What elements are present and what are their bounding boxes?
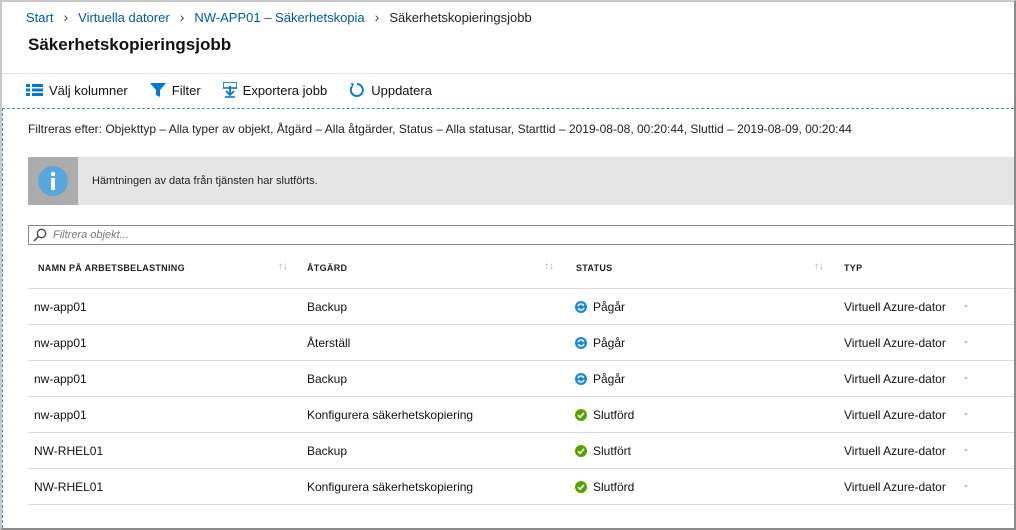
choose-columns-label: Välj kolumner (49, 82, 128, 98)
breadcrumb-separator: › (179, 9, 185, 25)
more-indicator (965, 485, 967, 487)
more-indicator (965, 377, 967, 379)
status-cell: Slutförd (575, 480, 634, 494)
columns-icon (26, 84, 43, 96)
completed-icon (575, 445, 587, 457)
column-header-action[interactable]: ÅTGÄRD (307, 263, 347, 273)
status-cell: Slutförd (575, 408, 634, 422)
status-cell: Slutfört (575, 444, 631, 458)
action-cell: Backup (307, 372, 348, 386)
export-jobs-button[interactable]: Exportera jobb (222, 82, 328, 98)
table-row[interactable]: NW-RHEL01 Konfigurera säkerhetskopiering S… (28, 469, 1014, 505)
status-text: Slutförd (593, 408, 635, 422)
toolbar: Välj kolumner Filter Exportera jobb Uppd… (26, 82, 454, 98)
table-row[interactable]: nw-app01 Konfigurera säkerhetskopiering Sl… (28, 397, 1014, 433)
type-cell: Virtuell Azure-dator (844, 300, 946, 314)
table-row[interactable]: nw-app01 Återställ Pågår Virtuell Azure-dat… (28, 325, 1014, 361)
sort-icon[interactable]: ↑↓ (278, 261, 288, 272)
filter-items-box[interactable] (28, 225, 1014, 245)
table-row[interactable]: nw-app01 Backup Pågår Virtuell Azure-dator (28, 361, 1014, 397)
more-indicator (965, 305, 967, 307)
status-text: Pågår (593, 336, 626, 350)
more-indicator (965, 341, 967, 343)
type-cell: Virtuell Azure-dator (844, 480, 946, 494)
info-banner: Hämtningen av data från tjänsten har slu… (28, 157, 1014, 205)
breadcrumb-separator: › (63, 9, 69, 25)
filter-icon (149, 83, 166, 97)
filter-items-input[interactable] (51, 228, 355, 242)
completed-icon (575, 409, 587, 421)
action-cell: Återställ (307, 336, 351, 350)
type-cell: Virtuell Azure-dator (844, 444, 946, 458)
page-title: Säkerhetskopieringsjobb (28, 35, 232, 54)
completed-icon (575, 481, 587, 493)
workload-name-cell: NW-RHEL01 (34, 444, 104, 458)
refresh-label: Uppdatera (371, 82, 432, 98)
export-icon (222, 82, 237, 98)
workload-name-cell: NW-RHEL01 (34, 480, 104, 494)
filter-label: Filter (171, 82, 201, 98)
action-cell: Konfigurera säkerhetskopiering (307, 480, 474, 494)
breadcrumb-virtual-machines[interactable]: Virtuella datorer (78, 10, 170, 25)
workload-name-cell: nw-app01 (34, 372, 87, 386)
breadcrumb-separator: › (374, 9, 380, 25)
content-focus-border (2, 108, 1014, 109)
status-text: Pågår (593, 372, 626, 386)
type-cell: Virtuell Azure-dator (844, 408, 946, 422)
table-row[interactable]: nw-app01 Backup Pågår Virtuell Azure-dator (28, 289, 1014, 325)
type-cell: Virtuell Azure-dator (844, 372, 946, 386)
refresh-icon (350, 83, 364, 97)
info-message: Hämtningen av data från tjänsten har slu… (92, 175, 318, 187)
choose-columns-button[interactable]: Välj kolumner (26, 83, 128, 98)
filter-summary: Filtreras efter: Objekttyp – Alla typer … (28, 122, 852, 136)
type-cell: Virtuell Azure-dator (844, 336, 946, 350)
column-header-status[interactable]: STATUS (576, 263, 612, 273)
breadcrumb-start[interactable]: Start (26, 10, 53, 25)
status-text: Slutförd (593, 480, 635, 494)
more-indicator (965, 449, 967, 451)
status-cell: Pågår (575, 300, 625, 314)
workload-name-cell: nw-app01 (34, 336, 87, 350)
in-progress-icon (575, 301, 587, 313)
workload-name-cell: nw-app01 (34, 408, 87, 422)
header-divider (2, 73, 1014, 74)
table-header: NAMN PÅ ARBETSBELASTNING ↑↓ ÅTGÄRD ↑↓ ST… (28, 250, 1014, 289)
status-text: Pågår (593, 300, 626, 314)
content-focus-border-left (2, 108, 3, 528)
breadcrumb: Start › Virtuella datorer › NW-APP01 – S… (26, 9, 532, 25)
in-progress-icon (575, 373, 587, 385)
sort-icon[interactable]: ↑↓ (544, 261, 554, 272)
export-jobs-label: Exportera jobb (242, 82, 328, 98)
action-cell: Backup (307, 444, 348, 458)
sort-icon[interactable]: ↑↓ (814, 261, 824, 272)
refresh-button[interactable]: Uppdatera (349, 82, 432, 98)
jobs-table: NAMN PÅ ARBETSBELASTNING ↑↓ ÅTGÄRD ↑↓ ST… (28, 250, 1014, 505)
column-header-workload-name[interactable]: NAMN PÅ ARBETSBELASTNING (38, 263, 185, 273)
action-cell: Backup (307, 300, 348, 314)
action-cell: Konfigurera säkerhetskopiering (307, 408, 474, 422)
breadcrumb-backup[interactable]: NW-APP01 – Säkerhetskopia (194, 10, 364, 25)
column-header-type[interactable]: TYP (844, 263, 862, 273)
info-icon (38, 166, 68, 196)
table-row[interactable]: NW-RHEL01 Backup Slutfört Virtuell Azure-da… (28, 433, 1014, 469)
search-icon (33, 228, 47, 242)
table-body: nw-app01 Backup Pågår Virtuell Azure-dator n… (28, 289, 1014, 505)
filter-button[interactable]: Filter (149, 82, 201, 98)
more-indicator (965, 413, 967, 415)
status-cell: Pågår (575, 372, 625, 386)
breadcrumb-current: Säkerhetskopieringsjobb (389, 9, 532, 25)
status-text: Slutfört (593, 444, 632, 458)
in-progress-icon (575, 337, 587, 349)
workload-name-cell: nw-app01 (34, 300, 87, 314)
info-icon-box (28, 157, 78, 205)
status-cell: Pågår (575, 336, 625, 350)
